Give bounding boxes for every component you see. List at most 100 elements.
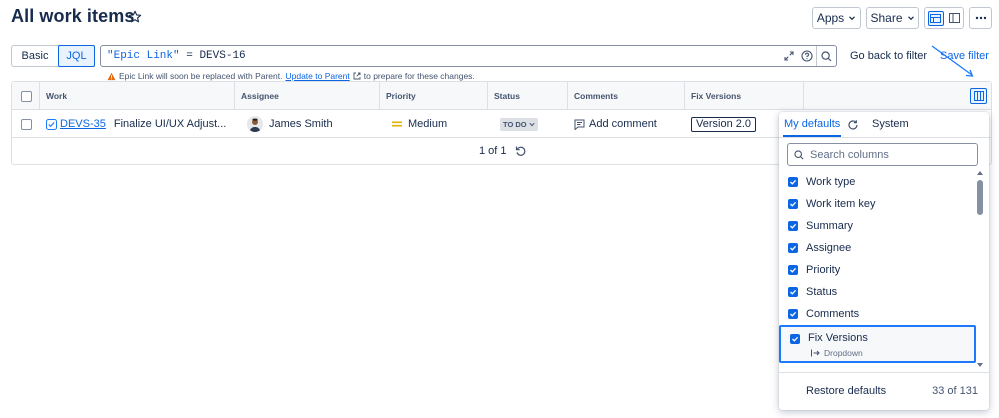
checkbox-checked[interactable] bbox=[788, 287, 798, 297]
external-link-icon bbox=[353, 72, 361, 80]
list-item[interactable]: Work item key bbox=[779, 193, 979, 215]
row-select-cell bbox=[12, 110, 40, 138]
column-type: Dropdown bbox=[811, 348, 863, 358]
assignee-cell[interactable]: James Smith bbox=[241, 110, 386, 138]
column-header-status[interactable]: Status bbox=[488, 82, 568, 110]
add-comment-button[interactable]: Add comment bbox=[589, 118, 657, 130]
chevron-down-icon bbox=[907, 16, 914, 21]
select-all-checkbox[interactable] bbox=[21, 90, 32, 102]
checkbox-checked[interactable] bbox=[788, 177, 798, 187]
search-columns-input[interactable]: Search columns bbox=[787, 143, 978, 166]
columns-icon bbox=[973, 91, 984, 101]
chevron-down-icon bbox=[849, 16, 856, 21]
page-title: All work items bbox=[11, 6, 135, 26]
basic-mode-button[interactable]: Basic bbox=[12, 46, 58, 66]
priority-cell[interactable]: Medium bbox=[386, 110, 494, 138]
list-view-icon[interactable] bbox=[927, 10, 944, 26]
refresh-icon[interactable] bbox=[515, 145, 527, 157]
column-type-label: Dropdown bbox=[824, 348, 863, 358]
column-header-comments[interactable]: Comments bbox=[568, 82, 685, 110]
search-mode-toggle: Basic JQL bbox=[11, 45, 95, 67]
checkbox-checked[interactable] bbox=[790, 334, 800, 344]
column-label: Status bbox=[806, 286, 838, 298]
tab-system[interactable]: System bbox=[872, 118, 909, 130]
scroll-thumb[interactable] bbox=[977, 180, 983, 215]
jql-mode-button[interactable]: JQL bbox=[58, 45, 95, 67]
jql-input[interactable]: "Epic Link" = DEVS-16 bbox=[100, 45, 837, 67]
checkbox-checked[interactable] bbox=[788, 199, 798, 209]
checkbox-checked[interactable] bbox=[788, 309, 798, 319]
more-actions-button[interactable] bbox=[969, 7, 992, 29]
expand-icon[interactable] bbox=[780, 46, 798, 66]
column-label: Fix Versions bbox=[808, 332, 868, 344]
status-cell: TO DO bbox=[494, 110, 574, 138]
checkbox-checked[interactable] bbox=[788, 243, 798, 253]
column-header-assignee[interactable]: Assignee bbox=[235, 82, 380, 110]
work-item-summary[interactable]: Finalize UI/UX Adjust... bbox=[114, 118, 227, 130]
scroll-up-icon[interactable] bbox=[976, 169, 984, 177]
jql-value: DEVS-16 bbox=[199, 50, 246, 62]
row-checkbox[interactable] bbox=[21, 118, 32, 130]
star-icon[interactable] bbox=[128, 10, 142, 24]
more-icon bbox=[975, 16, 986, 20]
dropdown-field-icon bbox=[811, 349, 820, 357]
detail-view-icon[interactable] bbox=[949, 13, 961, 23]
pagination-label: 1 of 1 bbox=[479, 145, 507, 157]
comment-icon bbox=[574, 119, 585, 130]
view-switcher[interactable] bbox=[924, 7, 964, 29]
warning-text: Epic Link will soon be replaced with Par… bbox=[119, 71, 283, 81]
column-picker-tabs: My defaults System bbox=[779, 112, 989, 138]
list-item[interactable]: Priority bbox=[779, 259, 979, 281]
checkbox-checked[interactable] bbox=[788, 221, 798, 231]
work-item-key-link[interactable]: DEVS-35 bbox=[60, 118, 106, 130]
active-tab-indicator bbox=[783, 135, 841, 137]
update-to-parent-link[interactable]: Update to Parent bbox=[285, 71, 349, 81]
assignee-name: James Smith bbox=[269, 118, 333, 130]
go-back-to-filter-button[interactable]: Go back to filter bbox=[850, 50, 927, 62]
jql-warning: Epic Link will soon be replaced with Par… bbox=[107, 71, 475, 81]
column-header-priority[interactable]: Priority bbox=[380, 82, 488, 110]
list-item[interactable]: Status bbox=[779, 281, 979, 303]
list-item-fix-versions[interactable]: Fix Versions Dropdown bbox=[779, 325, 976, 363]
status-label: TO DO bbox=[503, 119, 527, 129]
column-label: Assignee bbox=[806, 242, 852, 254]
avatar bbox=[247, 116, 263, 132]
pagination: 1 of 1 bbox=[479, 145, 527, 157]
column-list: Work type Work item key Summary Assignee… bbox=[779, 171, 979, 363]
scrollbar[interactable] bbox=[976, 169, 984, 369]
restore-defaults-button[interactable]: Restore defaults bbox=[806, 385, 886, 397]
priority-medium-icon bbox=[392, 121, 402, 127]
version-tag[interactable]: Version 2.0 bbox=[691, 116, 757, 132]
column-header-work[interactable]: Work bbox=[40, 82, 235, 110]
select-all-cell bbox=[12, 82, 40, 110]
priority-label: Medium bbox=[408, 118, 448, 130]
tab-my-defaults[interactable]: My defaults bbox=[784, 118, 840, 130]
search-icon[interactable] bbox=[816, 46, 836, 66]
checkbox-checked[interactable] bbox=[788, 265, 798, 275]
comments-cell[interactable]: Add comment bbox=[568, 110, 685, 138]
column-picker-footer: Restore defaults 33 of 131 bbox=[779, 372, 989, 410]
list-item[interactable]: Work type bbox=[779, 171, 979, 193]
list-item[interactable]: Assignee bbox=[779, 237, 979, 259]
help-icon[interactable] bbox=[798, 46, 816, 66]
column-picker-button[interactable] bbox=[970, 88, 987, 104]
table-header: Work Assignee Priority Status Comments F… bbox=[12, 82, 991, 110]
column-count: 33 of 131 bbox=[932, 385, 978, 397]
search-icon bbox=[794, 149, 804, 159]
column-label: Work type bbox=[806, 176, 856, 188]
warning-suffix: to prepare for these changes. bbox=[363, 71, 475, 81]
jql-operator: = bbox=[179, 50, 200, 62]
reset-icon[interactable] bbox=[847, 119, 859, 131]
task-type-icon bbox=[46, 118, 57, 130]
share-button[interactable]: Share bbox=[866, 7, 919, 29]
scroll-down-icon[interactable] bbox=[976, 361, 984, 369]
apps-button-label: Apps bbox=[816, 11, 845, 25]
list-item[interactable]: Summary bbox=[779, 215, 979, 237]
share-button-label: Share bbox=[870, 11, 903, 25]
list-item[interactable]: Comments bbox=[779, 303, 979, 325]
search-columns-placeholder: Search columns bbox=[810, 148, 889, 161]
apps-button[interactable]: Apps bbox=[812, 7, 861, 29]
status-badge[interactable]: TO DO bbox=[500, 117, 538, 131]
warning-icon bbox=[107, 72, 116, 80]
column-header-fix-versions[interactable]: Fix Versions bbox=[685, 82, 804, 110]
